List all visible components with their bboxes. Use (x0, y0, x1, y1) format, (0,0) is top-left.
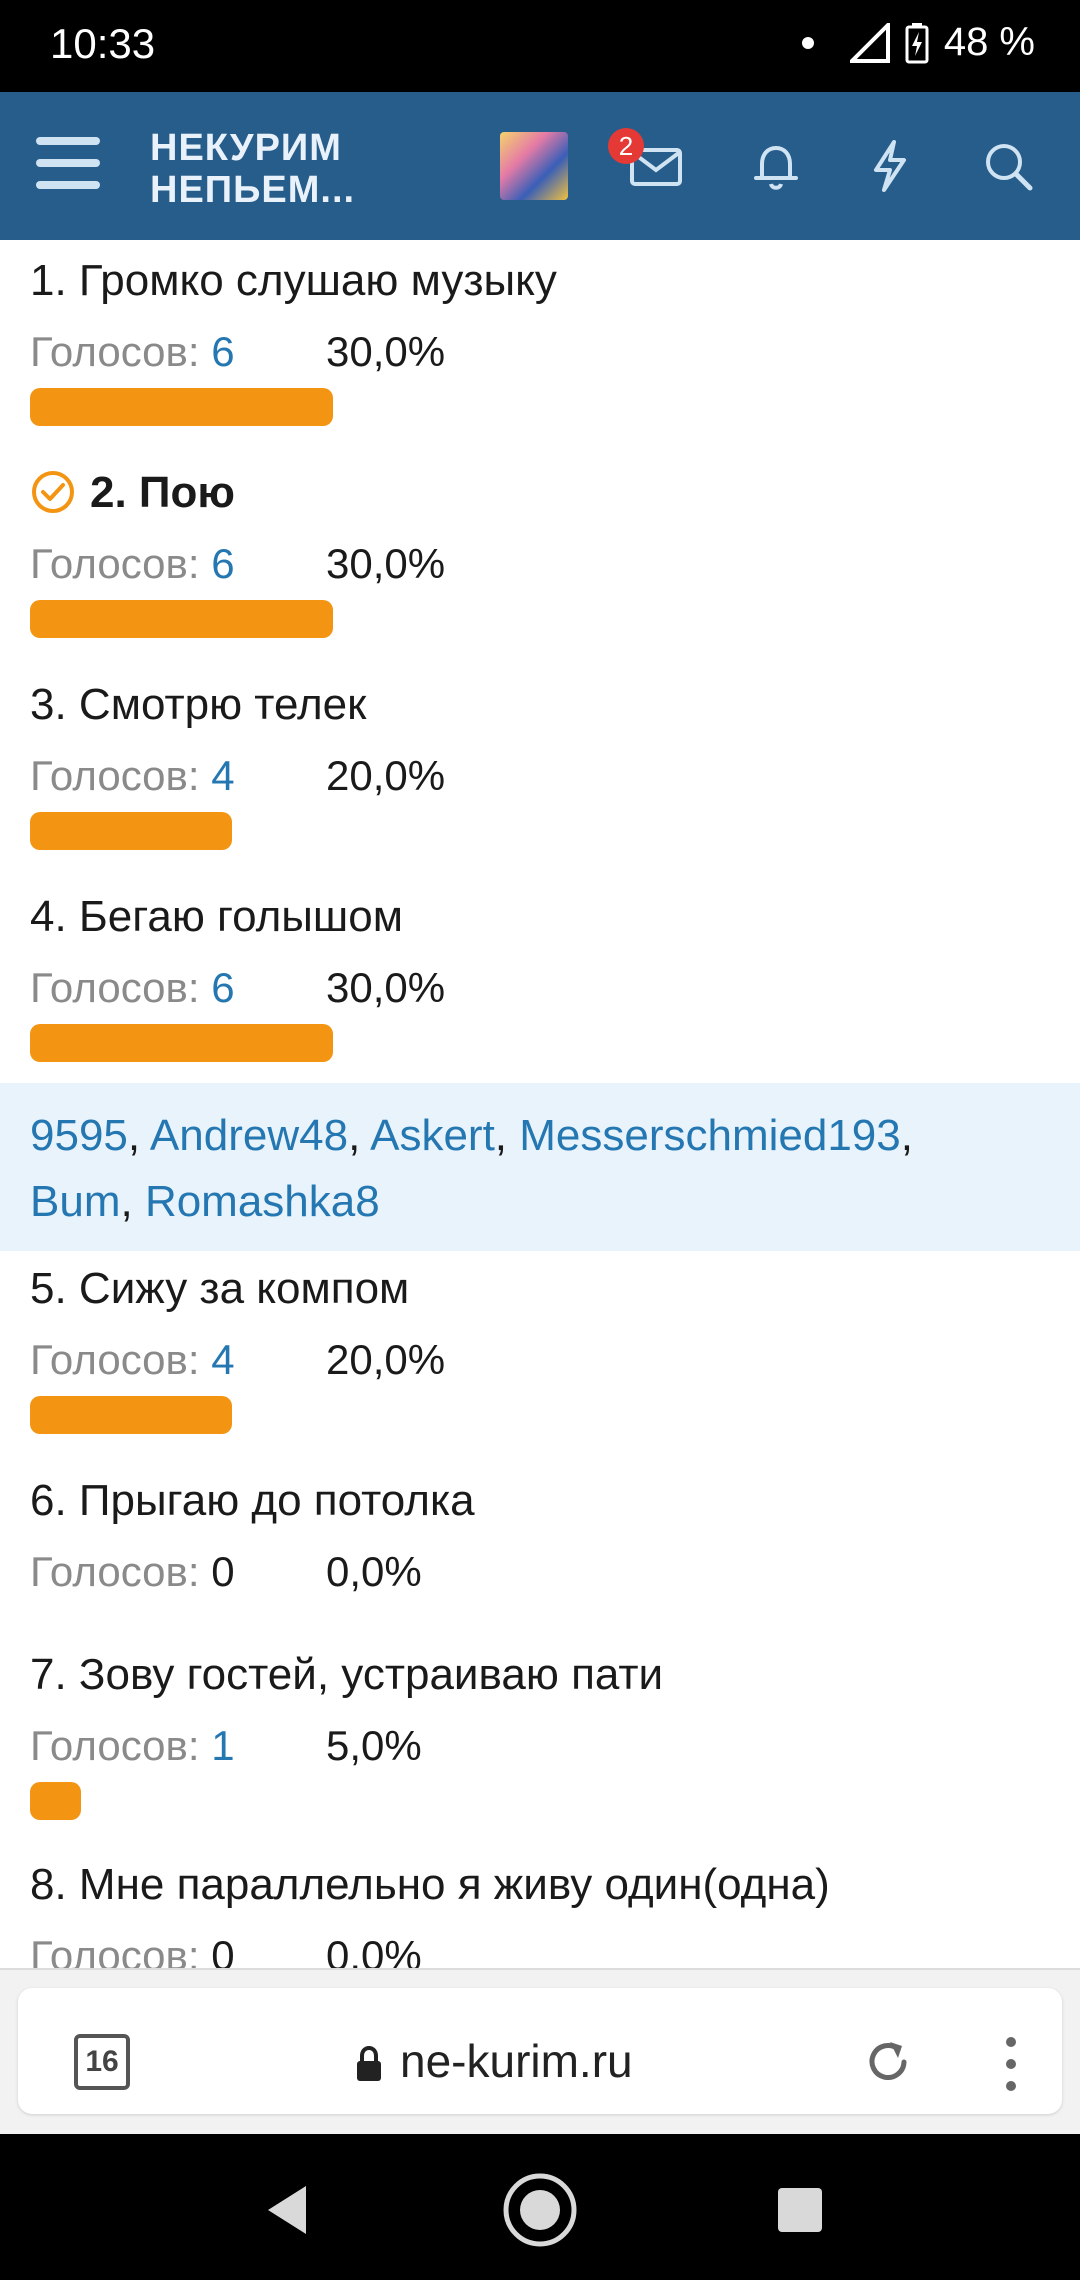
poll-option-title: 7. Зову гостей, устраиваю пати (30, 1650, 664, 1699)
voter-link[interactable]: 9595 (30, 1111, 128, 1160)
votes-count-link[interactable]: 6 (211, 540, 234, 587)
poll-option-stats: Голосов: 6 30,0% (30, 328, 445, 376)
poll-option-title: 2. Пою (90, 468, 235, 517)
votes-label: Голосов: (30, 328, 212, 375)
votes-label: Голосов: (30, 752, 212, 799)
voter-link[interactable]: Bum (30, 1177, 120, 1226)
poll-option-stats: Голосов: 0 0,0% (30, 1548, 422, 1596)
poll-option-title: 3. Смотрю телек (30, 680, 367, 729)
site-logo[interactable]: НЕКУРИМ НЕПЬЕМ... (150, 127, 355, 211)
more-options-icon[interactable] (996, 2034, 1026, 2094)
votes-label: Голосов: (30, 964, 212, 1011)
votes-label: Голосов: (30, 1932, 212, 1968)
voter-link[interactable]: Askert (370, 1111, 495, 1160)
lock-icon (357, 2046, 381, 2081)
votes-percent: 0,0% (326, 1548, 422, 1595)
poll-option-title: 5. Сижу за компом (30, 1264, 410, 1313)
url-bar[interactable]: 16 ne-kurim.ru (18, 1988, 1062, 2114)
app-header: НЕКУРИМ НЕПЬЕМ... 2 (0, 92, 1080, 240)
voters-list: 9595, Andrew48, Askert, Messerschmied193… (0, 1083, 1080, 1251)
poll-option-title: 8. Мне параллельно я живу один(одна) (30, 1860, 830, 1909)
menu-icon-line (36, 159, 100, 167)
notification-dot-icon (801, 36, 814, 49)
menu-icon-line (36, 181, 100, 189)
votes-percent: 5,0% (326, 1722, 422, 1769)
votes-percent: 30,0% (326, 964, 446, 1011)
voter-link[interactable]: Romashka8 (145, 1177, 380, 1226)
poll-option-stats: Голосов: 4 20,0% (30, 1336, 445, 1384)
votes-label: Голосов: (30, 1548, 212, 1595)
tab-switcher-button[interactable]: 16 (74, 2034, 130, 2090)
votes-percent: 20,0% (326, 1336, 446, 1383)
poll-bar (30, 1782, 81, 1820)
voters-text: 9595, Andrew48, Askert, Messerschmied193… (30, 1111, 913, 1226)
status-bar: 10:33 48 % (0, 0, 1080, 92)
status-time: 10:33 (50, 20, 156, 67)
home-icon[interactable] (500, 2170, 580, 2250)
votes-label: Голосов: (30, 540, 212, 587)
votes-percent: 20,0% (326, 752, 446, 799)
back-icon[interactable] (250, 2170, 330, 2250)
url-text[interactable]: ne-kurim.ru (400, 2034, 633, 2088)
voter-link[interactable]: Andrew48 (150, 1111, 348, 1160)
votes-count-link[interactable]: 1 (211, 1722, 234, 1769)
votes-count-link[interactable]: 4 (211, 1336, 234, 1383)
poll-option-title: 1. Громко слушаю музыку (30, 256, 557, 305)
logo-line1: НЕКУРИМ (150, 127, 342, 169)
battery-level: 48 % (943, 20, 1035, 64)
recent-apps-icon[interactable] (760, 2170, 840, 2250)
system-nav-bar (0, 2134, 1080, 2280)
poll-option-title: 4. Бегаю голышом (30, 892, 403, 941)
poll-bar (30, 600, 333, 638)
mail-badge: 2 (608, 128, 644, 164)
reload-icon[interactable] (860, 2034, 916, 2090)
votes-count-link[interactable]: 4 (211, 752, 234, 799)
check-circle-icon (32, 471, 74, 513)
poll-bar (30, 388, 333, 426)
poll-option-stats: Голосов: 4 20,0% (30, 752, 445, 800)
bell-icon[interactable] (746, 136, 806, 196)
browser-toolbar: 16 ne-kurim.ru (0, 1968, 1080, 2134)
votes-count: 0 (211, 1548, 235, 1595)
votes-percent: 30,0% (326, 328, 446, 375)
poll-bar (30, 812, 232, 850)
votes-percent: 0,0% (326, 1932, 422, 1968)
voter-link[interactable]: Messerschmied193 (519, 1111, 901, 1160)
votes-count: 0 (211, 1932, 235, 1968)
poll-option-stats: Голосов: 6 30,0% (30, 964, 445, 1012)
poll-option-title: 6. Прыгаю до потолка (30, 1476, 475, 1525)
votes-count-link[interactable]: 6 (211, 964, 234, 1011)
search-icon[interactable] (978, 136, 1038, 196)
poll-option-stats: Голосов: 6 30,0% (30, 540, 445, 588)
battery-icon (905, 22, 929, 63)
signal-icon (849, 22, 890, 63)
poll-bar (30, 1024, 333, 1062)
votes-label: Голосов: (30, 1722, 212, 1769)
poll-option-stats: Голосов: 1 5,0% (30, 1722, 422, 1770)
bolt-icon[interactable] (860, 136, 920, 196)
votes-label: Голосов: (30, 1336, 212, 1383)
menu-icon (36, 137, 100, 145)
avatar[interactable] (500, 132, 568, 200)
menu-button[interactable] (36, 137, 100, 193)
votes-percent: 30,0% (326, 540, 446, 587)
poll-bar (30, 1396, 232, 1434)
votes-count-link[interactable]: 6 (211, 328, 234, 375)
poll-results: 1. Громко слушаю музыку Голосов: 6 30,0%… (0, 240, 1080, 1968)
status-indicators: 48 % (801, 20, 1035, 65)
logo-line2: НЕПЬЕМ... (150, 169, 356, 211)
poll-option-stats: Голосов: 0 0,0% (30, 1932, 422, 1968)
